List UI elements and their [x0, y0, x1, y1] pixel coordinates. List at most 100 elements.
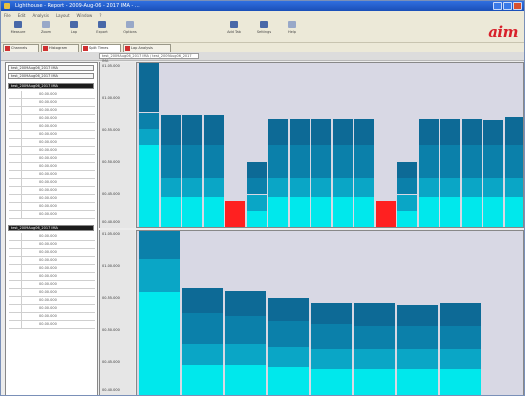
lap-bar[interactable] — [461, 119, 482, 227]
lap-bar[interactable] — [397, 305, 438, 395]
lap-bar[interactable] — [375, 201, 396, 227]
lap-row[interactable]: 00.00.000 — [9, 249, 95, 257]
lap-analysis-tab-icon — [125, 46, 130, 51]
split-segment — [182, 313, 223, 344]
split-segment — [332, 177, 353, 197]
split-segment — [160, 115, 181, 145]
measure-button[interactable]: Measure — [5, 21, 31, 41]
tab-histogram[interactable]: Histogram — [41, 44, 79, 52]
settings-button[interactable]: Settings — [251, 21, 277, 41]
lap-bar[interactable] — [397, 161, 417, 227]
lap-row[interactable]: 00.00.000 — [9, 305, 95, 313]
close-button[interactable] — [513, 2, 522, 10]
lap-row[interactable]: 00.00.000 — [9, 233, 95, 241]
lap-row[interactable]: 00.00.000 — [9, 115, 95, 123]
session-selector[interactable]: test_2009Aug06_2017 IMA — [8, 65, 94, 71]
lap-row[interactable]: 00.00.000 — [9, 241, 95, 249]
split-segment — [354, 369, 395, 395]
lap-row[interactable]: 00.00.000 — [9, 297, 95, 305]
lap-row[interactable]: 00.00.000 — [9, 211, 95, 219]
add-tab-button[interactable]: Add Tab — [221, 21, 247, 41]
lap-row[interactable]: 00.00.000 — [9, 273, 95, 281]
menu-layout[interactable]: Layout — [56, 13, 70, 18]
split-segment — [268, 298, 309, 321]
lap-bar[interactable] — [225, 201, 245, 227]
lap-row[interactable]: 00.00.000 — [9, 163, 95, 171]
export-button[interactable]: Export — [89, 21, 115, 41]
menu-edit[interactable]: Edit — [18, 13, 26, 18]
menu-help[interactable]: ? — [99, 13, 101, 18]
lap-row[interactable]: 00.00.000 — [9, 195, 95, 203]
maximize-button[interactable] — [503, 2, 512, 10]
lap-bar[interactable] — [311, 119, 331, 227]
lap-bar[interactable] — [139, 63, 159, 227]
lap-button[interactable]: Lap — [61, 21, 87, 41]
lap-bar[interactable] — [246, 161, 267, 227]
tab-channels[interactable]: Channels — [3, 44, 39, 52]
lap-bar[interactable] — [289, 119, 310, 227]
lap-row[interactable]: 00.00.000 — [9, 179, 95, 187]
lap-bar[interactable] — [418, 119, 439, 227]
lap-row[interactable]: 00.00.000 — [9, 265, 95, 273]
options-button[interactable]: Options — [117, 21, 143, 41]
menu-analysis[interactable]: Analysis — [32, 13, 48, 18]
lap-bar[interactable] — [440, 303, 481, 395]
lap-bar[interactable] — [268, 298, 309, 395]
y-tick-label: 01.00.000 — [102, 264, 120, 268]
lap-bar[interactable] — [182, 288, 223, 395]
lap-row[interactable]: 00.00.000 — [9, 107, 95, 115]
split-segment — [203, 177, 224, 197]
lap-row[interactable]: 00.00.000 — [9, 99, 95, 107]
lap-row[interactable]: 00.00.000 — [9, 147, 95, 155]
y-tick-label: 00.40.000 — [102, 388, 120, 392]
help-button[interactable]: Help — [279, 21, 305, 41]
lap-bar[interactable] — [440, 119, 460, 227]
split-times-chart-top[interactable] — [136, 62, 524, 228]
lap-row[interactable]: 00.00.000 — [9, 313, 95, 321]
lap-bar[interactable] — [225, 291, 266, 395]
split-segment — [203, 115, 224, 145]
split-segment — [225, 291, 266, 316]
lap-bar[interactable] — [332, 119, 353, 227]
top-y-axis: 01.05.000 01.00.000 00.55.000 00.50.000 … — [99, 62, 135, 228]
app-icon — [4, 3, 10, 9]
lap-bar[interactable] — [160, 115, 181, 227]
minimize-button[interactable] — [493, 2, 502, 10]
lap-row[interactable]: 00.00.000 — [9, 139, 95, 147]
split-segment — [440, 177, 460, 197]
lap-row[interactable]: 00.00.000 — [9, 281, 95, 289]
export-icon — [98, 21, 106, 28]
options-icon — [126, 21, 134, 28]
lap-row[interactable]: 00.00.000 — [9, 171, 95, 179]
lap-bar[interactable] — [354, 303, 395, 395]
session-selector[interactable]: test_2009Aug06_2017 IMA — [8, 73, 94, 79]
lap-row[interactable]: 00.00.000 — [9, 203, 95, 211]
lap-bar[interactable] — [182, 115, 202, 227]
lap-bar[interactable] — [203, 115, 224, 227]
lap-row[interactable]: 00.00.000 — [9, 155, 95, 163]
zoom-button[interactable]: Zoom — [33, 21, 59, 41]
session-header[interactable]: test_2009Aug06_2017 IMA — [8, 225, 94, 231]
menu-file[interactable]: File — [4, 13, 11, 18]
y-tick-label: 01.05.000 — [102, 232, 120, 236]
session-header[interactable]: test_2009Aug06_2017 IMA — [8, 83, 94, 89]
tab-split-times[interactable]: Split Times — [81, 44, 121, 52]
lap-bar[interactable] — [268, 119, 288, 227]
lap-bar[interactable] — [483, 120, 503, 227]
lap-row[interactable]: 00.00.000 — [9, 321, 95, 329]
lap-bar[interactable] — [354, 119, 374, 227]
lap-row[interactable]: 00.00.000 — [9, 187, 95, 195]
lap-row[interactable]: 00.00.000 — [9, 131, 95, 139]
lap-row[interactable]: 00.00.000 — [9, 289, 95, 297]
lap-bar[interactable] — [504, 117, 523, 227]
split-segment — [354, 119, 374, 145]
lap-row[interactable]: 00.00.000 — [9, 257, 95, 265]
lap-bar[interactable] — [139, 231, 180, 395]
lap-row[interactable]: 00.00.000 — [9, 123, 95, 131]
split-times-chart-bottom[interactable] — [136, 230, 524, 395]
lap-row[interactable]: 00.00.000 — [9, 91, 95, 99]
lap-bar[interactable] — [311, 303, 352, 395]
toolbar: Measure Zoom Lap Export Options Add Tab … — [1, 19, 524, 43]
menu-window[interactable]: Window — [77, 13, 93, 18]
tab-lap-analysis[interactable]: Lap Analysis — [123, 44, 171, 52]
